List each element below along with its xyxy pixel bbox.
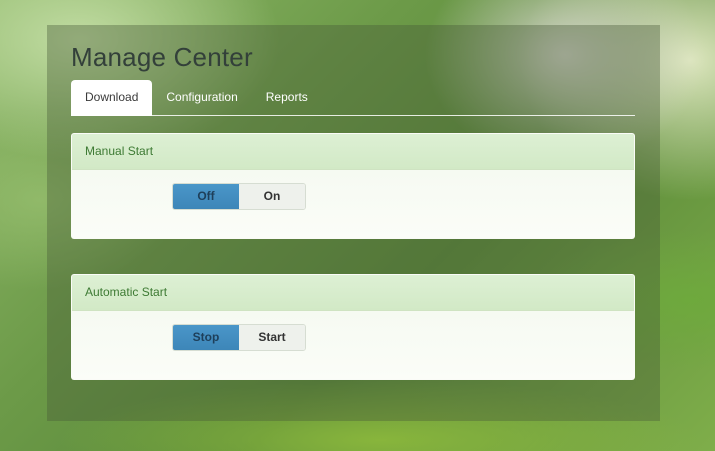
manual-start-header: Manual Start (72, 134, 634, 170)
manage-center-panel: Manage Center Download Configuration Rep… (47, 25, 660, 421)
on-button[interactable]: On (239, 184, 305, 209)
automatic-start-card: Automatic Start Stop Start (71, 274, 635, 380)
manual-start-card: Manual Start Off On (71, 133, 635, 239)
manual-start-body: Off On (72, 170, 634, 238)
tab-configuration[interactable]: Configuration (152, 80, 251, 115)
manual-start-toggle[interactable]: Off On (172, 183, 306, 210)
stop-button[interactable]: Stop (173, 325, 239, 350)
page-title: Manage Center (71, 42, 253, 72)
desktop-background: { "page_title": "Manage Center", "tabs":… (0, 0, 715, 451)
tab-reports[interactable]: Reports (252, 80, 322, 115)
off-button[interactable]: Off (173, 184, 239, 209)
tab-download[interactable]: Download (71, 80, 153, 116)
tab-bar: Download Configuration Reports (71, 80, 635, 116)
automatic-start-toggle[interactable]: Stop Start (172, 324, 306, 351)
automatic-start-body: Stop Start (72, 311, 634, 379)
start-button[interactable]: Start (239, 325, 305, 350)
automatic-start-header: Automatic Start (72, 275, 634, 311)
